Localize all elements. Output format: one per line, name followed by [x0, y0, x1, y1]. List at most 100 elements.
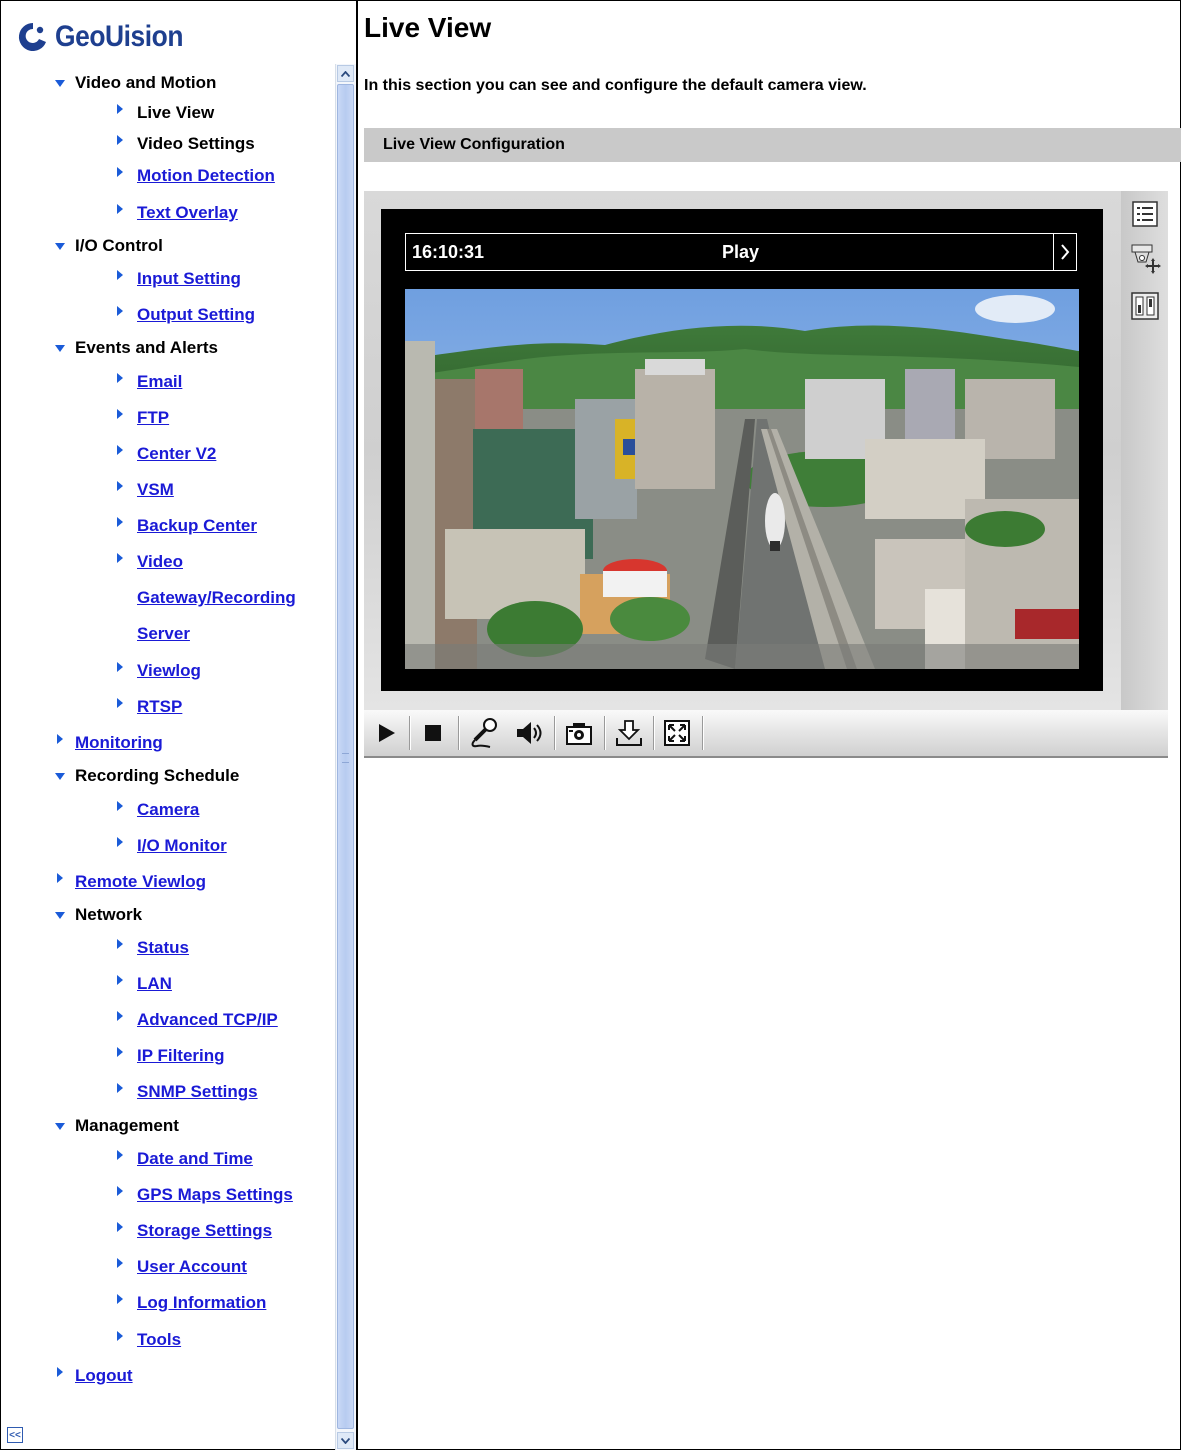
sidebar-item-events-and-alerts[interactable]: Events and Alerts [53, 336, 218, 360]
caret-right-icon [113, 104, 127, 120]
caret-right-icon [117, 1294, 123, 1304]
caret-right-icon [113, 1258, 127, 1274]
scrollbar-thumb[interactable] [337, 84, 354, 1429]
sidebar-item-network[interactable]: Network [53, 903, 142, 927]
sidebar-item-rtsp[interactable]: RTSP [113, 695, 182, 719]
sidebar-item-log-information[interactable]: Log Information [113, 1291, 266, 1315]
snapshot-button[interactable] [557, 713, 601, 753]
sidebar-item-label: Viewlog [137, 661, 201, 680]
download-button[interactable] [607, 713, 651, 753]
sidebar-item-label: Camera [137, 800, 200, 819]
io-control-button[interactable] [1127, 289, 1163, 323]
sidebar-item-user-account[interactable]: User Account [113, 1255, 247, 1279]
caret-right-icon [113, 135, 127, 151]
caret-right-icon [117, 1011, 123, 1021]
caret-down-icon [53, 341, 67, 355]
sidebar-item-center-v2[interactable]: Center V2 [113, 442, 216, 466]
sidebar: GeoUision Video and Motion Live View Video… [1, 1, 334, 1449]
sidebar-item-label: VSM [137, 480, 174, 499]
sidebar-item-video-and-motion[interactable]: Video and Motion [53, 71, 216, 95]
sidebar-item-email[interactable]: Email [113, 370, 182, 394]
caret-down-icon [53, 239, 67, 253]
sidebar-item-label: Video [137, 552, 183, 571]
sidebar-item-video[interactable]: Video [113, 550, 183, 574]
osd-time: 16:10:31 [412, 242, 485, 262]
section-title: Live View Configuration [383, 136, 565, 153]
caret-right-icon [53, 734, 67, 750]
list-icon [1132, 201, 1158, 227]
caret-spacer [113, 591, 127, 605]
sidebar-item-label: Email [137, 372, 183, 391]
scroll-down-button[interactable] [337, 1432, 354, 1449]
sidebar-item-lan[interactable]: LAN [113, 972, 172, 996]
caret-down-icon [55, 79, 65, 87]
sidebar-item-label: Center V2 [137, 444, 217, 463]
scroll-up-button[interactable] [337, 65, 354, 82]
sidebar-item-recording-schedule[interactable]: Recording Schedule [53, 764, 239, 788]
sidebar-item-snmp-settings[interactable]: SNMP Settings [113, 1080, 258, 1104]
sidebar-item-status[interactable]: Status [113, 936, 189, 960]
sidebar-item-input-setting[interactable]: Input Setting [113, 267, 241, 291]
caret-right-icon [113, 167, 127, 183]
sidebar-item-motion-detection[interactable]: Motion Detection [113, 164, 275, 188]
speaker-button[interactable] [507, 713, 551, 753]
caret-right-icon [117, 975, 123, 985]
control-separator [702, 716, 704, 750]
caret-down-icon [55, 1122, 65, 1130]
sidebar-item-i-o-control[interactable]: I/O Control [53, 234, 163, 258]
collapse-sidebar-button[interactable]: << [7, 1427, 23, 1443]
sidebar-item-i-o-monitor[interactable]: I/O Monitor [113, 834, 227, 858]
microphone-icon [471, 718, 497, 748]
sidebar-item-text-overlay[interactable]: Text Overlay [113, 201, 238, 225]
sidebar-item-server[interactable]: Server [113, 622, 190, 646]
caret-down-icon [53, 1119, 67, 1133]
sidebar-item-monitoring[interactable]: Monitoring [53, 731, 163, 755]
sidebar-item-live-view[interactable]: Live View [113, 101, 214, 125]
microphone-button[interactable] [461, 713, 505, 753]
snapshot-icon [566, 723, 592, 745]
sidebar-item-viewlog[interactable]: Viewlog [113, 659, 201, 683]
sidebar-item-gateway-recording[interactable]: Gateway/Recording [113, 586, 296, 610]
sidebar-item-storage-settings[interactable]: Storage Settings [113, 1219, 272, 1243]
sidebar-item-output-setting[interactable]: Output Setting [113, 303, 255, 327]
play-icon [379, 724, 395, 742]
sidebar-item-camera[interactable]: Camera [113, 798, 199, 822]
sidebar-item-ftp[interactable]: FTP [113, 406, 169, 430]
caret-right-icon [113, 1186, 127, 1202]
caret-right-icon [113, 975, 127, 991]
sidebar-item-vsm[interactable]: VSM [113, 478, 174, 502]
caret-down-icon [55, 242, 65, 250]
player-stage: 16:10:31 Play [364, 191, 1121, 710]
ptz-control-button[interactable] [1127, 241, 1163, 275]
sidebar-item-gps-maps-settings[interactable]: GPS Maps Settings [113, 1183, 293, 1207]
caret-right-icon [113, 445, 127, 461]
sidebar-scrollbar[interactable] [335, 64, 356, 1450]
caret-right-icon [57, 873, 63, 883]
sidebar-item-label: Date and Time [137, 1149, 253, 1168]
sidebar-item-backup-center[interactable]: Backup Center [113, 514, 257, 538]
sidebar-item-remote-viewlog[interactable]: Remote Viewlog [53, 870, 206, 894]
sidebar-item-label: Monitoring [75, 733, 163, 752]
sidebar-item-management[interactable]: Management [53, 1114, 179, 1138]
caret-right-icon [113, 481, 127, 497]
camera-video-feed[interactable] [405, 289, 1079, 669]
sidebar-item-ip-filtering[interactable]: IP Filtering [113, 1044, 225, 1068]
caret-right-icon [113, 204, 127, 220]
caret-right-icon [117, 837, 123, 847]
osd-status: Play [722, 242, 760, 262]
sidebar-item-video-settings[interactable]: Video Settings [113, 132, 255, 156]
sidebar-item-tools[interactable]: Tools [113, 1328, 181, 1352]
settings-list-button[interactable] [1127, 197, 1163, 231]
sidebar-item-logout[interactable]: Logout [53, 1364, 133, 1388]
control-separator [458, 716, 460, 750]
sidebar-item-label: Status [137, 938, 189, 957]
fullscreen-button[interactable] [655, 713, 699, 753]
osd-next-button[interactable] [1053, 234, 1076, 270]
stop-button[interactable] [411, 713, 455, 753]
sidebar-item-date-and-time[interactable]: Date and Time [113, 1147, 253, 1171]
sidebar-item-label: Log Information [137, 1293, 267, 1312]
caret-right-icon [117, 939, 123, 949]
sidebar-item-advanced-tcp-ip[interactable]: Advanced TCP/IP [113, 1008, 278, 1032]
play-button[interactable] [364, 713, 408, 753]
caret-right-icon [113, 1331, 127, 1347]
